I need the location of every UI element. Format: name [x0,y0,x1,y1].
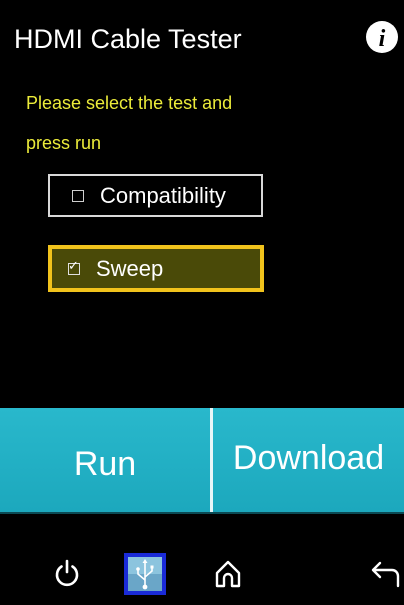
run-button[interactable]: Run [0,408,210,512]
download-button[interactable]: Download [213,408,404,512]
divider [0,512,404,514]
checkmark-icon: ✓ [68,257,79,273]
info-icon[interactable]: i [365,20,399,54]
home-icon[interactable] [211,556,245,590]
instruction-text-line1: Please select the test and [26,93,233,113]
usb-icon[interactable] [124,553,166,595]
sweep-checkbox[interactable]: ✓ [68,259,80,275]
back-arrow-icon[interactable] [368,556,402,590]
option-sweep-label: Sweep [96,255,164,281]
compatibility-checkbox[interactable] [72,189,84,202]
instruction-text-line2: press run [26,133,102,153]
option-compatibility-label: Compatibility [100,182,226,208]
option-compatibility[interactable]: Compatibility [48,174,263,217]
power-icon[interactable] [50,556,84,590]
page-title: HDMI Cable Tester [14,24,242,54]
svg-text:i: i [379,26,386,52]
option-sweep[interactable]: ✓ Sweep [48,245,264,292]
